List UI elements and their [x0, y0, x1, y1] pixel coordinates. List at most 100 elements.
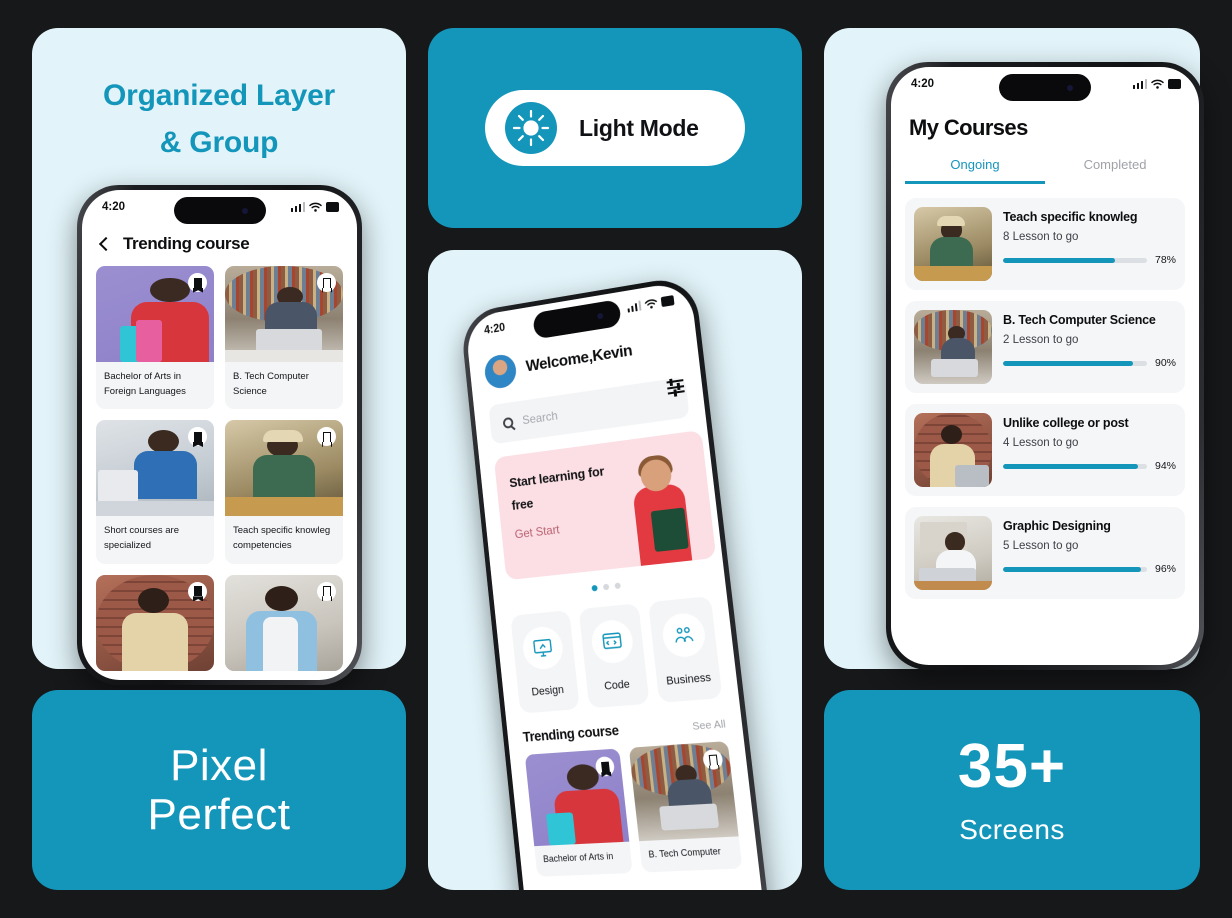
category-business[interactable]: Business — [648, 596, 723, 703]
status-icons — [290, 202, 339, 212]
battery-icon — [326, 202, 339, 212]
course-info: Unlike college or post 4 Lesson to go 94… — [1003, 413, 1176, 487]
battery-icon — [660, 295, 675, 308]
course-title-line2: competencies — [233, 540, 292, 552]
course-title-line2: Science — [233, 385, 267, 397]
banner-illustration — [614, 452, 711, 567]
status-icons — [1132, 79, 1181, 89]
user-avatar[interactable] — [483, 352, 518, 391]
category-code[interactable]: Code — [578, 603, 650, 709]
progress-track — [1003, 360, 1147, 366]
course-title-line1: Short courses are — [104, 525, 179, 537]
course-thumbnail — [914, 207, 992, 281]
light-mode-toggle[interactable]: Light Mode — [485, 90, 745, 166]
course-caption: B. Tech Computer Science — [225, 362, 343, 409]
course-thumbnail — [96, 266, 214, 362]
page-title: My Courses — [909, 115, 1028, 140]
course-lessons: 4 Lesson to go — [1003, 437, 1079, 449]
home-trending-grid: Bachelor of Arts in B. Tech Computer — [509, 729, 759, 877]
trending-course-grid: Bachelor of Arts in Foreign Languages B.… — [82, 266, 357, 671]
wifi-icon — [309, 202, 322, 212]
bookmark-icon — [322, 586, 331, 597]
course-title-line1: Bachelor of Arts in — [104, 371, 182, 382]
courses-tabs: Ongoing Completed — [905, 157, 1185, 184]
course-card[interactable]: Bachelor of Arts in — [524, 748, 633, 877]
course-list-item[interactable]: B. Tech Computer Science 2 Lesson to go … — [905, 301, 1185, 393]
course-caption: Bachelor of Arts in — [542, 850, 614, 865]
filter-sliders-icon[interactable] — [666, 379, 685, 396]
bookmark-button[interactable] — [188, 581, 207, 601]
promo-banner[interactable]: Start learning for free Get Start — [493, 429, 717, 581]
course-name: Graphic Designing — [1003, 519, 1111, 533]
status-icons — [626, 295, 675, 313]
category-design[interactable]: Design — [510, 610, 580, 714]
screens-count-number: 35+ — [957, 732, 1067, 802]
bookmark-button[interactable] — [317, 427, 336, 447]
panel-home-preview: 4:20 Welcome,Kevin Search Start learning… — [428, 250, 802, 890]
phone-mockup-home: 4:20 Welcome,Kevin Search Start learning… — [459, 274, 781, 890]
course-card[interactable] — [96, 574, 214, 671]
business-people-icon — [660, 611, 707, 659]
page-title: Trending course — [123, 234, 250, 253]
search-placeholder: Search — [521, 408, 559, 428]
course-card[interactable] — [225, 574, 343, 671]
course-name: Unlike college or post — [1003, 416, 1129, 430]
phone-screen-trending: 4:20 Trending course Bachelor of Arts in… — [82, 190, 357, 680]
sun-icon — [505, 102, 557, 154]
promo-banner-next[interactable] — [711, 420, 775, 557]
pixel-perfect-line-1: Pixel — [170, 740, 268, 790]
bookmark-button[interactable] — [188, 427, 207, 447]
course-list-item[interactable]: Unlike college or post 4 Lesson to go 94… — [905, 404, 1185, 496]
tab-completed[interactable]: Completed — [1045, 157, 1185, 184]
course-title-line2: Foreign Languages — [104, 385, 186, 397]
course-list-item[interactable]: Graphic Designing 5 Lesson to go 96% — [905, 507, 1185, 599]
bookmark-button[interactable] — [317, 581, 336, 601]
bookmark-icon — [322, 277, 331, 288]
panel-light-mode: Light Mode — [428, 28, 802, 228]
category-row: Design Code Business — [494, 578, 739, 715]
progress-fill — [1003, 566, 1142, 572]
bookmark-icon — [600, 761, 610, 772]
progress-track — [1003, 257, 1147, 263]
progress-track — [1003, 566, 1147, 572]
course-info: Teach specific knowleg 8 Lesson to go 78… — [1003, 207, 1176, 281]
course-thumbnail — [96, 420, 214, 517]
course-list-item[interactable]: Teach specific knowleg 8 Lesson to go 78… — [905, 198, 1185, 290]
progress-row: 96% — [1003, 563, 1176, 575]
search-input[interactable]: Search — [488, 376, 690, 445]
course-thumbnail — [225, 266, 343, 362]
course-card[interactable]: Short courses are specialized — [96, 420, 214, 564]
progress-percent: 94% — [1154, 460, 1176, 472]
course-caption: B. Tech Computer — [647, 845, 722, 860]
progress-fill — [1003, 360, 1133, 366]
course-card[interactable]: B. Tech Computer — [628, 741, 743, 872]
course-caption: Teach specific knowleg competencies — [225, 516, 343, 563]
dynamic-island — [999, 74, 1091, 101]
bookmark-button[interactable] — [317, 273, 336, 292]
bookmark-icon — [193, 586, 202, 597]
course-title-line1: Teach specific knowleg — [233, 525, 331, 537]
screens-count-text: 35+ Screens — [824, 690, 1200, 890]
back-chevron-icon[interactable] — [98, 236, 114, 252]
course-lessons: 2 Lesson to go — [1003, 334, 1079, 346]
bookmark-icon — [193, 277, 202, 288]
course-caption: Bachelor of Arts in Foreign Languages — [96, 362, 214, 409]
course-thumbnail — [914, 310, 992, 384]
tab-ongoing[interactable]: Ongoing — [905, 157, 1045, 184]
progress-row: 90% — [1003, 357, 1176, 369]
bookmark-button[interactable] — [188, 273, 207, 292]
pixel-perfect-line-2: Perfect — [147, 790, 291, 839]
light-mode-label: Light Mode — [579, 114, 699, 141]
showcase-canvas: Organized Layer & Group 4:20 Trending co… — [0, 0, 1232, 918]
bookmark-icon — [322, 431, 331, 442]
course-thumbnail — [914, 516, 992, 590]
course-card[interactable]: B. Tech Computer Science — [225, 266, 343, 410]
course-thumbnail — [524, 748, 630, 847]
course-card[interactable]: Bachelor of Arts in Foreign Languages — [96, 266, 214, 410]
course-card[interactable]: Teach specific knowleg competencies — [225, 420, 343, 564]
design-monitor-icon — [521, 625, 566, 671]
search-icon — [502, 416, 514, 429]
bookmark-icon — [193, 431, 202, 442]
see-all-link[interactable]: See All — [692, 718, 726, 733]
course-thumbnail — [225, 574, 343, 671]
